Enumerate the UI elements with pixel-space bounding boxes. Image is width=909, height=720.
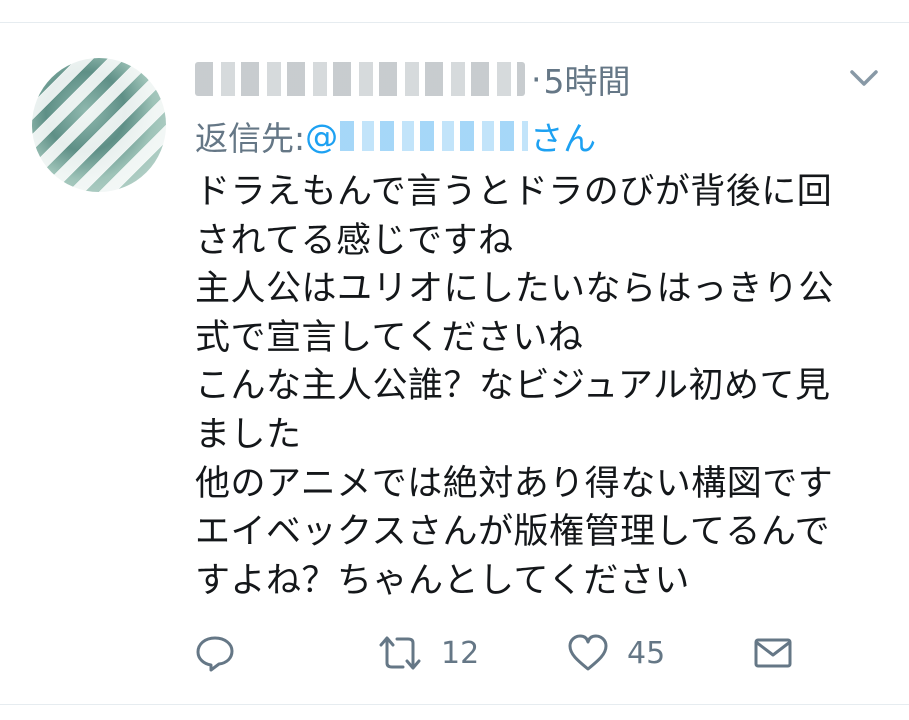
tweet-line: エイベックスさんが版権管理してるんで — [195, 512, 831, 553]
reply-handle-suffix: さん — [530, 119, 597, 158]
message-button[interactable] — [753, 628, 793, 678]
like-count: 45 — [627, 635, 666, 671]
tweet-line: ました — [195, 414, 302, 455]
timestamp[interactable]: 5時間 — [544, 55, 631, 103]
tweet-line: こんな主人公誰？なビジュアル初めて見 — [195, 366, 831, 407]
reply-button[interactable] — [195, 628, 235, 678]
reply-to-label: 返信先: — [195, 119, 306, 158]
tweet-actions: 12 45 — [195, 628, 895, 678]
tweet-text: ドラえもんで言うとドラのびが背後に回 されてる感じですね 主人公はユリオにしたい… — [195, 168, 885, 605]
like-button[interactable]: 45 — [567, 628, 665, 678]
avatar[interactable] — [32, 58, 166, 192]
tweet-line: 式で宣言してくださいね — [195, 317, 584, 358]
reply-to-line: 返信先: @ さん — [195, 112, 596, 160]
envelope-icon — [754, 638, 792, 668]
redacted-handle — [340, 121, 529, 151]
timestamp-prefix: · — [531, 59, 542, 99]
reply-icon — [196, 636, 234, 672]
tweet-line: ドラえもんで言うとドラのびが背後に回 — [195, 172, 833, 212]
redacted-author-name[interactable] — [195, 62, 525, 96]
reply-to-handle[interactable]: @ さん — [305, 112, 596, 160]
tweet-line: されてる感じですね — [195, 220, 514, 261]
retweet-button[interactable]: 12 — [377, 628, 479, 678]
heart-icon — [568, 634, 608, 671]
tweet-line: 主人公はユリオにしたいならはっきり公 — [195, 269, 835, 310]
chevron-down-icon[interactable] — [846, 64, 882, 92]
top-divider — [0, 22, 909, 23]
reply-at-sign: @ — [305, 116, 339, 156]
tweet-header: · 5時間 — [195, 56, 631, 102]
tweet-line: 他のアニメでは絶対あり得ない構図です — [195, 463, 834, 504]
tweet-line: すよね？ちゃんとしてください — [195, 560, 690, 601]
bottom-divider — [0, 704, 909, 705]
retweet-count: 12 — [441, 635, 480, 671]
retweet-icon — [379, 636, 421, 670]
